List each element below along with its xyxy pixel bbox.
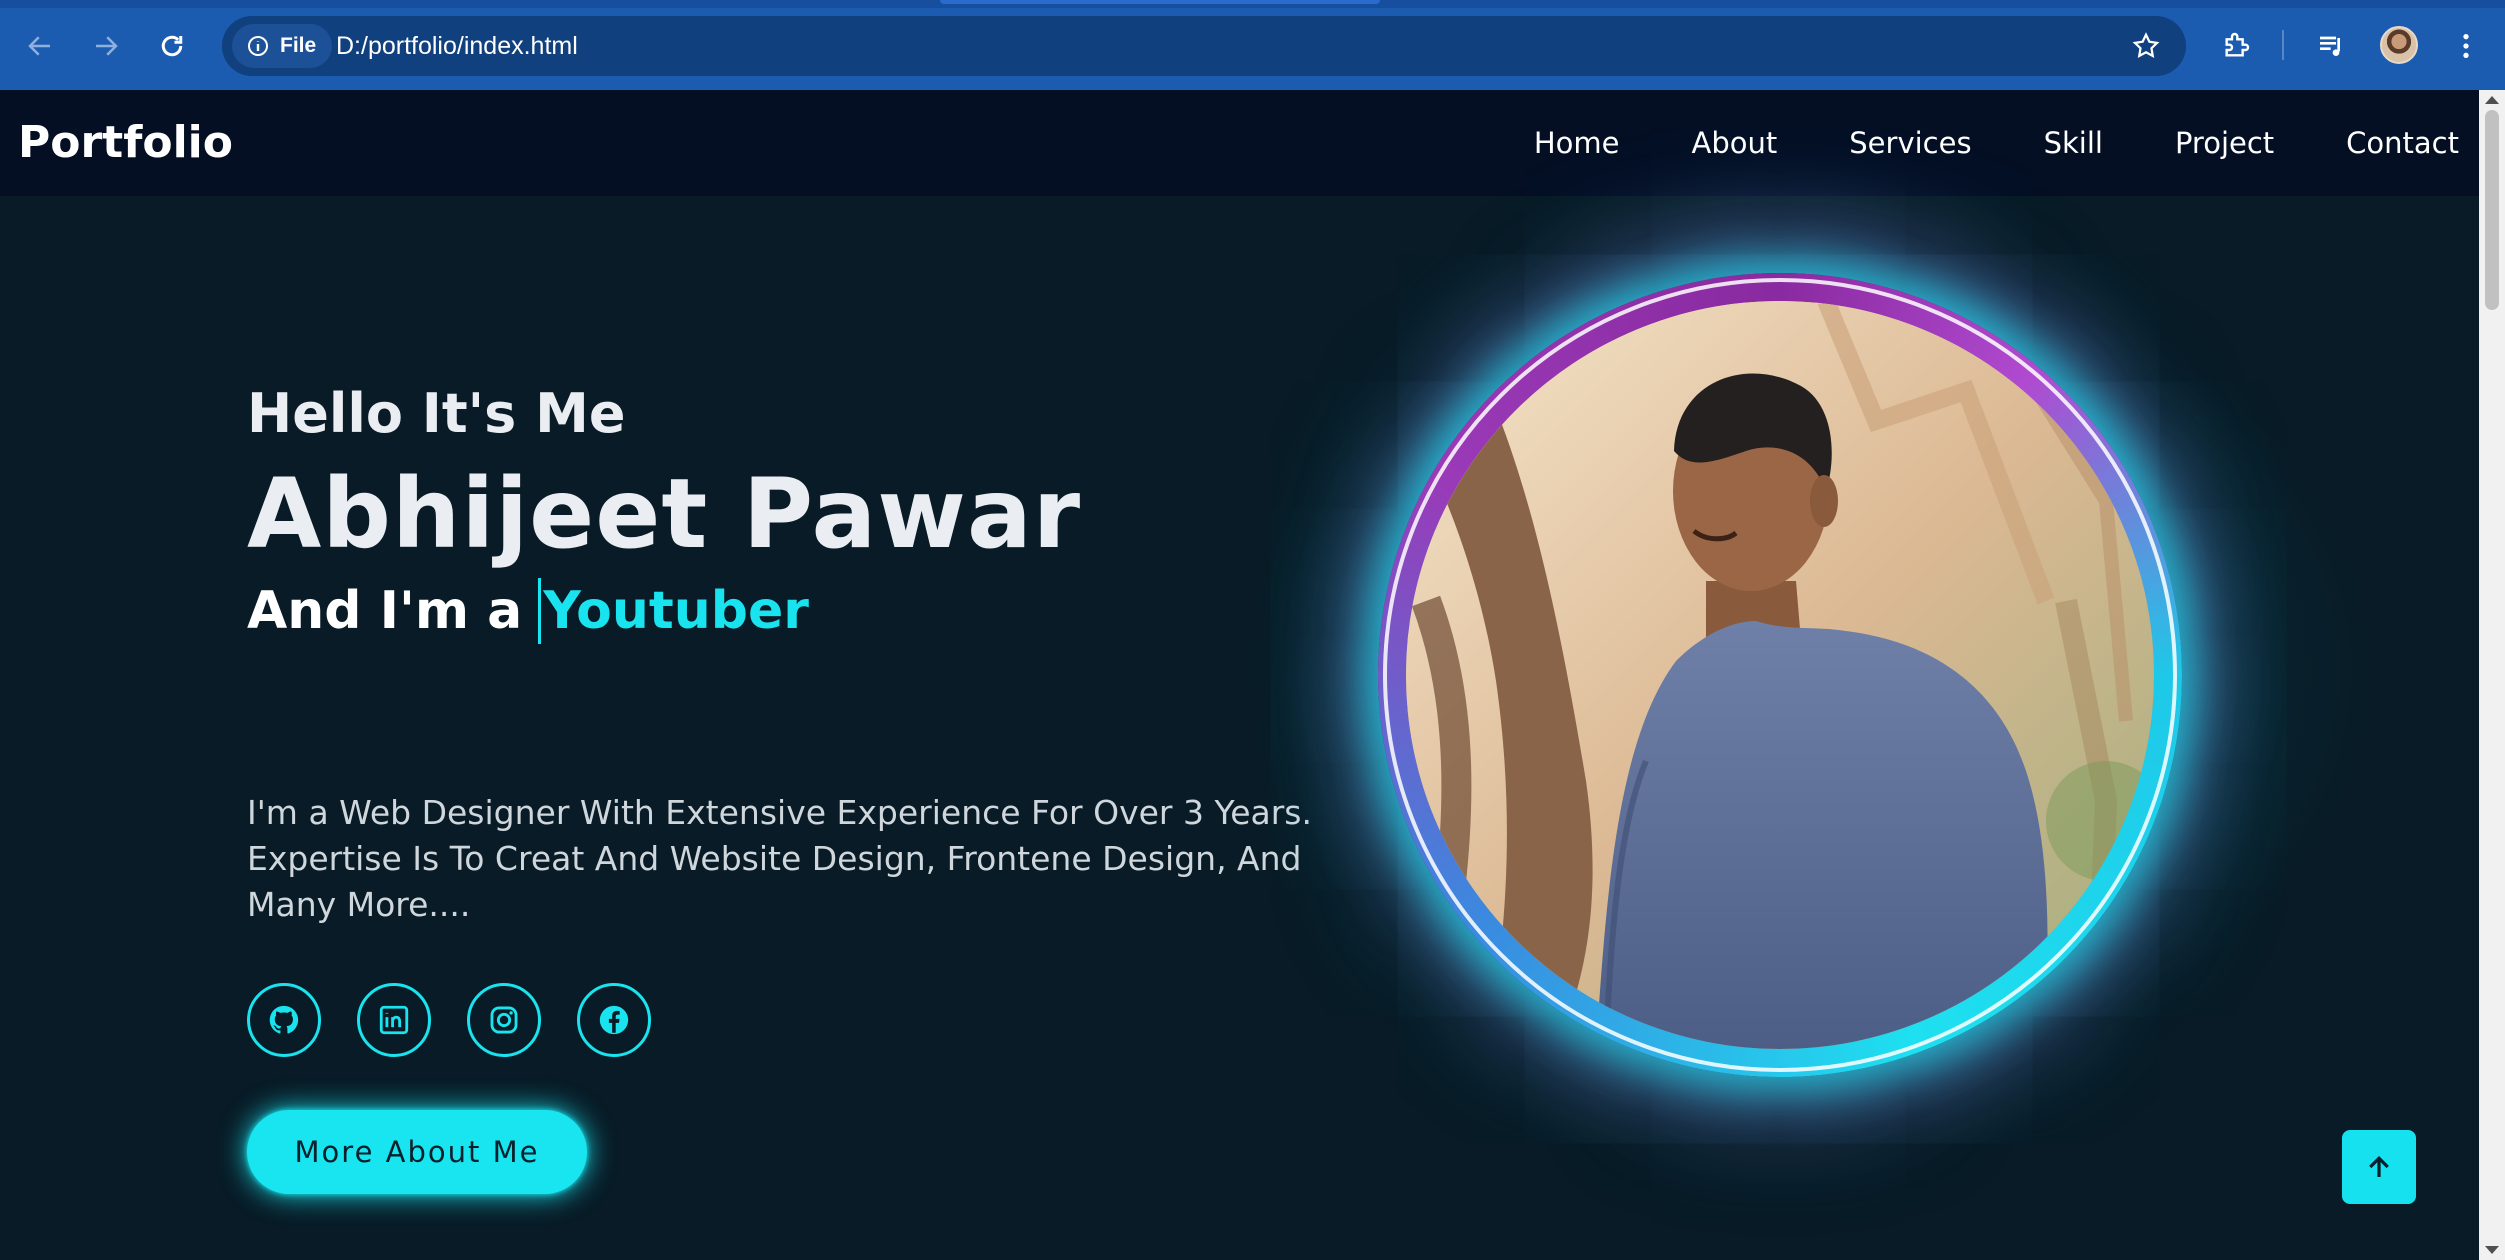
media-controls-button[interactable] [2310, 24, 2354, 68]
arrow-right-icon [96, 36, 118, 56]
facebook-icon [599, 1005, 629, 1035]
linkedin-link[interactable] [357, 983, 431, 1057]
queue-music-icon [2320, 36, 2340, 56]
puzzle-icon [2225, 32, 2250, 57]
site-info-chip[interactable]: File [232, 24, 332, 68]
typing-caret [538, 578, 542, 644]
hero-greeting: Hello It's Me [247, 382, 626, 445]
site-logo[interactable]: Portfolio [18, 90, 233, 196]
profile-avatar[interactable] [2380, 26, 2418, 64]
more-vert-icon [2463, 34, 2469, 58]
facebook-link[interactable] [577, 983, 651, 1057]
file-chip-label: File [280, 34, 317, 57]
role-typed-text: Youtuber [543, 581, 809, 641]
info-icon [248, 36, 268, 56]
github-icon [269, 1005, 299, 1034]
scroll-thumb[interactable] [2485, 110, 2499, 310]
bookmark-button[interactable] [2128, 28, 2164, 64]
arrow-left-icon [28, 36, 50, 56]
reload-button[interactable] [148, 22, 196, 70]
profile-photo [1406, 301, 2154, 1049]
browser-toolbar: File D:/portfolio/index.html [0, 0, 2505, 90]
role-prefix: And I'm a [247, 581, 523, 641]
scroll-up-arrow[interactable] [2485, 96, 2499, 104]
extensions-button[interactable] [2214, 24, 2258, 68]
page-scrollbar[interactable] [2479, 90, 2505, 1260]
active-tab-indicator [940, 0, 1380, 4]
toolbar-separator [2282, 30, 2284, 60]
back-button[interactable] [16, 22, 64, 70]
page-viewport: Portfolio Home About Services Skill Proj… [0, 90, 2479, 1260]
social-links [247, 983, 651, 1057]
instagram-link[interactable] [467, 983, 541, 1057]
hero-role-line: And I'm a Youtuber [247, 578, 809, 644]
profile-photo-illustration [1406, 301, 2154, 1049]
more-about-me-button[interactable]: More About Me [247, 1110, 587, 1194]
scroll-down-arrow[interactable] [2485, 1246, 2499, 1254]
forward-button[interactable] [82, 22, 130, 70]
hero-bio: I'm a Web Designer With Extensive Experi… [247, 793, 1312, 924]
star-icon [2132, 32, 2160, 58]
arrow-up-icon [2369, 1155, 2389, 1177]
github-link[interactable] [247, 983, 321, 1057]
browser-menu-button[interactable] [2444, 24, 2488, 68]
reload-icon [161, 35, 183, 57]
address-bar[interactable]: File D:/portfolio/index.html [222, 16, 2186, 76]
url-text[interactable]: D:/portfolio/index.html [336, 16, 578, 76]
hero-name: Abhijeet Pawar [247, 458, 1082, 570]
scroll-to-top-button[interactable] [2342, 1130, 2416, 1204]
linkedin-icon [379, 1005, 409, 1035]
instagram-icon [490, 1006, 518, 1034]
